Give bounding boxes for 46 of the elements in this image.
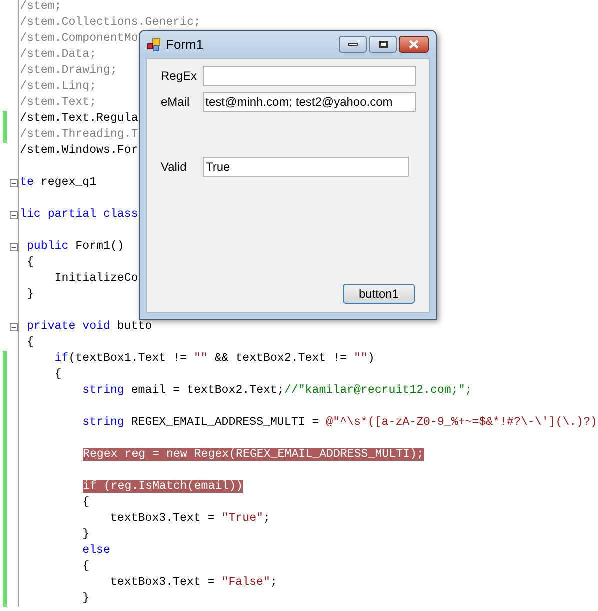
collapse-icon[interactable] (10, 242, 18, 252)
code-line: textBox3.Text = "False"; (109, 576, 278, 590)
code-line: } (82, 592, 90, 606)
minimize-button[interactable] (339, 36, 367, 53)
close-icon (409, 40, 419, 49)
code-line: else (82, 544, 110, 558)
code-line: string REGEX_EMAIL_ADDRESS_MULTI = @"^\s*([a-zA-Z0-9_%+~=$&*!#?\-\'](\.)?) (82, 416, 598, 430)
text-field[interactable]: True (203, 157, 409, 177)
form-button[interactable]: button1 (343, 284, 415, 304)
code-line: } (82, 528, 90, 542)
code-line: string email = textBox2.Text;//"kamilar@recruit12.com;"; (82, 384, 472, 398)
code-line: /stem.Threading.T (19, 128, 138, 142)
collapse-icon[interactable] (10, 210, 18, 220)
code-line: /stem.Collections.Generic; (19, 16, 201, 30)
collapse-icon[interactable] (10, 322, 18, 332)
code-line: { (26, 336, 34, 350)
code-line: { (26, 256, 34, 270)
code-line: InitializeCo (54, 272, 138, 286)
code-line: lic partial class (19, 208, 138, 222)
text-field[interactable] (202, 66, 416, 86)
close-button[interactable] (399, 36, 429, 53)
maximize-button[interactable] (369, 36, 397, 53)
code-line: /stem.Linq; (19, 80, 97, 94)
code-line: textBox3.Text = "True"; (109, 512, 270, 526)
code-line: if(textBox1.Text != "" && textBox2.Text != "") (54, 352, 375, 366)
app-icon (147, 38, 161, 52)
collapse-icon[interactable] (10, 178, 18, 188)
code-line: } (26, 288, 34, 302)
code-line: { (82, 560, 90, 574)
code-line: /stem.ComponentMo (19, 32, 138, 46)
code-line: /stem.Data; (19, 48, 97, 62)
code-line: /stem; (19, 0, 62, 14)
code-line: /stem.Text.Regula (19, 112, 138, 126)
code-line: te regex_q1 (19, 176, 97, 190)
code-line: private void butto (26, 320, 152, 334)
field-label: Valid (161, 159, 188, 176)
code-line: { (54, 368, 62, 382)
code-line: /stem.Drawing; (19, 64, 118, 78)
field-label: eMail (161, 94, 191, 111)
code-line: /stem.Windows.For (19, 144, 138, 158)
field-label: RegEx (161, 68, 198, 85)
code-line: { (82, 496, 90, 510)
window-title: Form1 (166, 36, 204, 54)
code-line: public Form1() (26, 240, 124, 254)
text-field[interactable]: test@minh.com; test2@yahoo.com (202, 92, 416, 112)
code-line: /stem.Text; (19, 96, 97, 110)
